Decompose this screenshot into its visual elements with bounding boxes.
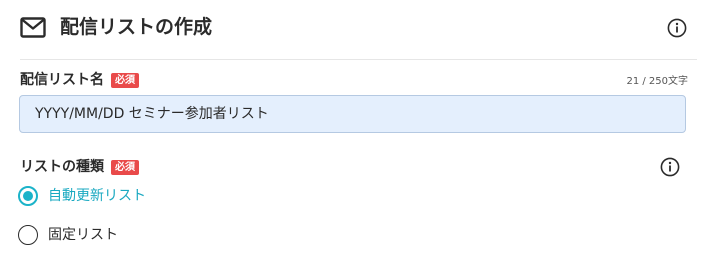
dialog-header: 配信リストの作成 (0, 0, 697, 58)
info-icon[interactable] (660, 157, 680, 177)
radio-label-fixed: 固定リスト (48, 227, 118, 243)
info-icon[interactable] (667, 18, 687, 38)
list-type-label: リストの種類 (20, 159, 104, 175)
radio-option-fixed[interactable]: 固定リスト (18, 223, 118, 247)
radio-option-auto-update[interactable]: 自動更新リスト (18, 184, 146, 208)
page-title: 配信リストの作成 (60, 16, 213, 38)
mail-icon (20, 17, 46, 38)
radio-button-checked[interactable] (18, 186, 38, 206)
header-divider (20, 59, 697, 60)
required-badge: 必須 (111, 160, 139, 175)
radio-button-unchecked[interactable] (18, 225, 38, 245)
required-badge: 必須 (111, 73, 139, 88)
list-name-label: 配信リスト名 (20, 72, 104, 88)
character-counter: 21 / 250文字 (626, 76, 688, 87)
list-name-input[interactable]: YYYY/MM/DD セミナー参加者リスト (19, 95, 686, 133)
radio-label-auto-update: 自動更新リスト (48, 188, 146, 204)
